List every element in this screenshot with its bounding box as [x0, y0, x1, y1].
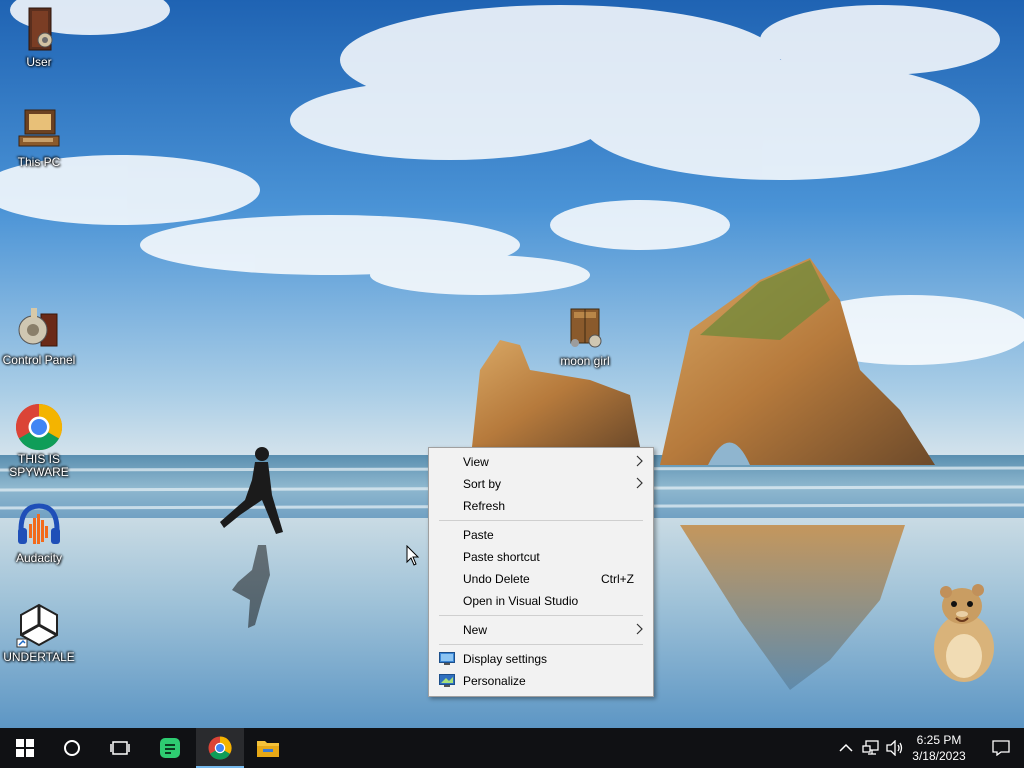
menu-item-label: Display settings: [463, 652, 548, 666]
volume-icon: [886, 740, 903, 756]
desktop-icon-label: Audacity: [15, 551, 63, 565]
menu-item-label: View: [463, 455, 489, 469]
clock-date: 3/18/2023: [912, 749, 966, 763]
menu-item-view[interactable]: View: [431, 451, 651, 473]
desktop-icon-label: UNDERTALE: [3, 650, 75, 664]
taskbar-app-notes[interactable]: [146, 728, 194, 768]
menu-item-label: Refresh: [463, 499, 506, 513]
menu-item-paste[interactable]: Paste: [431, 524, 651, 546]
clock-time: 6:25 PM: [916, 733, 962, 747]
desktop-icon-user[interactable]: User: [0, 6, 78, 69]
action-center-button[interactable]: [978, 728, 1024, 768]
start-icon: [16, 739, 34, 757]
desktop-icon-moon-girl[interactable]: moon girl: [546, 305, 624, 368]
personalize-icon: [439, 674, 455, 687]
taskbar-app-file-explorer[interactable]: [244, 728, 292, 768]
notes-app-icon: [160, 738, 180, 758]
volume-button[interactable]: [884, 728, 906, 768]
show-hidden-icons-button[interactable]: [836, 728, 856, 768]
user-folder-icon: [28, 7, 53, 51]
menu-item-personalize[interactable]: Personalize: [431, 670, 651, 692]
menu-item-label: Paste shortcut: [463, 550, 540, 564]
desktop-icon-label: THIS IS SPYWARE: [9, 452, 69, 479]
chrome-icon: [16, 403, 63, 451]
menu-item-label: Undo Delete: [463, 572, 530, 586]
control-panel-icon: [18, 308, 58, 347]
display-settings-icon: [439, 652, 455, 665]
desktop-icon-this-is-spyware[interactable]: THIS IS SPYWARE: [0, 403, 78, 479]
desktop-icon-control-panel[interactable]: Control Panel: [0, 304, 78, 367]
chevron-up-icon: [839, 743, 853, 752]
menu-item-label: Personalize: [463, 674, 526, 688]
taskbar-app-chrome[interactable]: [196, 728, 244, 768]
unity-icon: [16, 603, 58, 648]
notification-icon: [992, 740, 1010, 756]
menu-item-label: Paste: [463, 528, 494, 542]
desktop-icon-label: Control Panel: [2, 353, 76, 367]
desktop-icon-audacity[interactable]: Audacity: [0, 502, 78, 565]
chevron-right-icon: [636, 623, 643, 635]
folder-icon: [570, 308, 602, 348]
network-icon: [862, 740, 879, 755]
search-button[interactable]: [48, 728, 96, 768]
menu-separator: [439, 615, 643, 616]
menu-item-shortcut: Ctrl+Z: [601, 572, 634, 586]
menu-item-label: Sort by: [463, 477, 502, 491]
chevron-right-icon: [636, 477, 643, 489]
search-icon: [64, 740, 80, 756]
menu-item-new[interactable]: New: [431, 619, 651, 641]
menu-item-display-settings[interactable]: Display settings: [431, 648, 651, 670]
chevron-right-icon: [636, 455, 643, 467]
desktop-icon-label: This PC: [17, 155, 61, 169]
menu-item-label: New: [463, 623, 488, 637]
menu-item-label: Open in Visual Studio: [463, 594, 579, 608]
menu-item-paste-shortcut[interactable]: Paste shortcut: [431, 546, 651, 568]
desktop-icon-this-pc[interactable]: This PC: [0, 106, 78, 169]
task-view-button[interactable]: [96, 728, 144, 768]
hamster-desktop-pet[interactable]: [920, 578, 1008, 686]
menu-separator: [439, 644, 643, 645]
hamster-icon: [934, 584, 994, 682]
audacity-icon: [18, 503, 60, 544]
computer-icon: [18, 109, 60, 147]
menu-item-refresh[interactable]: Refresh: [431, 495, 651, 517]
menu-item-sort-by[interactable]: Sort by: [431, 473, 651, 495]
task-view-icon: [110, 741, 130, 755]
network-button[interactable]: [860, 728, 882, 768]
file-explorer-icon: [257, 741, 279, 757]
clock-button[interactable]: 6:25 PM 3/18/2023: [904, 732, 974, 764]
menu-item-open-in-visual-studio[interactable]: Open in Visual Studio: [431, 590, 651, 612]
menu-separator: [439, 520, 643, 521]
desktop-icon-label: moon girl: [560, 354, 610, 368]
menu-item-undo-delete[interactable]: Undo Delete Ctrl+Z: [431, 568, 651, 590]
desktop-icon-label: User: [26, 55, 52, 69]
taskbar: 6:25 PM 3/18/2023: [0, 728, 1024, 768]
chrome-icon: [208, 736, 232, 760]
start-button[interactable]: [0, 728, 48, 768]
desktop-icon-undertale[interactable]: UNDERTALE: [0, 601, 78, 664]
mouse-cursor-icon: [406, 545, 420, 566]
desktop-context-menu: View Sort by Refresh Paste Paste shortcu…: [428, 447, 654, 697]
